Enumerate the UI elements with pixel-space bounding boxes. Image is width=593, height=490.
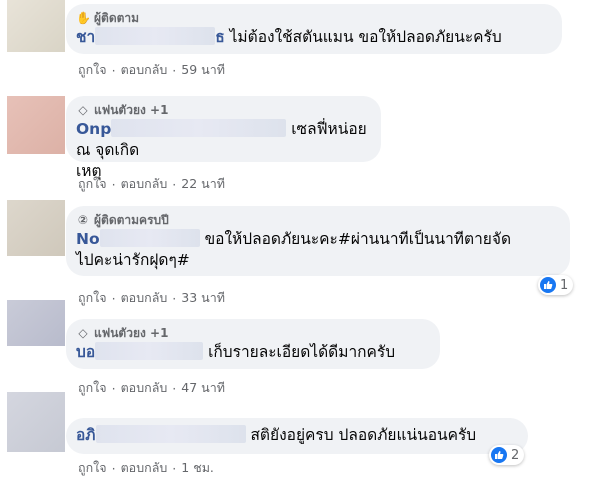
like-link[interactable]: ถูกใจ	[78, 174, 107, 194]
comment-body: ไม่ต้องใช้สตันแมน ขอให้ปลอดภัยนะครับ	[229, 28, 502, 46]
comment-text: อภิ สติยังอยู่ครบ ปลอดภัยแน่นอนครับ	[76, 425, 518, 446]
timestamp[interactable]: 22 นาที	[181, 174, 225, 194]
badge-label: แฟนตัวยง +1	[94, 326, 169, 340]
comment-actions: ถูกใจ · ตอบกลับ · 22 นาที	[78, 174, 225, 194]
reaction-number: 2	[511, 447, 520, 463]
comment-bubble: อภิ สติยังอยู่ครบ ปลอดภัยแน่นอนครับ	[66, 418, 528, 454]
badge-label: ผู้ติดตามครบปี	[94, 213, 169, 227]
commenter-name[interactable]: No	[76, 229, 200, 248]
redacted-name	[95, 342, 204, 360]
reaction-number: 1	[560, 277, 569, 293]
comment-actions: ถูกใจ · ตอบกลับ · 47 นาที	[78, 378, 225, 398]
name-visible-part[interactable]: บอ	[76, 343, 95, 361]
wave-hand-icon: ✋	[76, 11, 91, 25]
timestamp[interactable]: 1 ชม.	[181, 458, 214, 478]
like-link[interactable]: ถูกใจ	[78, 378, 107, 398]
name-visible-part[interactable]: ชา	[76, 28, 95, 46]
commenter-name[interactable]: Onp	[76, 119, 287, 138]
avatar[interactable]	[7, 96, 65, 154]
commenter-name[interactable]: อภิ	[76, 425, 246, 444]
comment-text: Onp เซลฟี่หน่อย ณ จุดเกิด เหตุ	[76, 119, 371, 182]
reply-link[interactable]: ตอบกลับ	[121, 378, 168, 398]
separator: ·	[172, 290, 177, 306]
reply-link[interactable]: ตอบกลับ	[121, 458, 168, 478]
comment-body: เก็บรายละเอียดได้ดีมากครับ	[208, 343, 396, 361]
badge-icon: ②	[77, 213, 89, 227]
follower-badge: ✋ ผู้ติดตาม	[76, 10, 552, 26]
name-visible-part[interactable]: Onp	[76, 120, 111, 138]
separator: ·	[172, 460, 177, 476]
like-link[interactable]: ถูกใจ	[78, 458, 107, 478]
diamond-icon: ◇	[78, 103, 88, 117]
comment-bubble: ◇ แฟนตัวยง +1 บอ เก็บรายละเอียดได้ดีมากค…	[66, 319, 440, 369]
diamond-icon: ◇	[78, 326, 88, 340]
avatar[interactable]	[7, 0, 65, 52]
reply-link[interactable]: ตอบกลับ	[121, 60, 168, 80]
separator: ·	[172, 380, 177, 396]
comment-actions: ถูกใจ · ตอบกลับ · 33 นาที	[78, 288, 225, 308]
comment-text: ชา ธ ไม่ต้องใช้สตันแมน ขอให้ปลอดภัยนะครับ	[76, 27, 552, 48]
separator: ·	[111, 380, 116, 396]
timestamp[interactable]: 47 นาที	[181, 378, 225, 398]
reaction-count[interactable]: 2	[489, 445, 525, 465]
comment-bubble: ✋ ผู้ติดตาม ชา ธ ไม่ต้องใช้สตันแมน ขอให้ป…	[66, 4, 562, 54]
avatar[interactable]	[7, 300, 65, 346]
comment-bubble: ② ผู้ติดตามครบปี No ขอให้ปลอดภัยนะคะ#ผ่า…	[66, 206, 570, 276]
like-link[interactable]: ถูกใจ	[78, 288, 107, 308]
separator: ·	[111, 62, 116, 78]
commenter-name[interactable]: บอ	[76, 342, 204, 361]
redacted-name	[95, 425, 246, 443]
avatar[interactable]	[7, 200, 65, 256]
comment-text: บอ เก็บรายละเอียดได้ดีมากครับ	[76, 342, 430, 363]
separator: ·	[111, 290, 116, 306]
redacted-name	[111, 119, 287, 137]
comment-body-line2: ไปคะน่ารักฝุดๆ#	[76, 251, 190, 269]
separator: ·	[111, 460, 116, 476]
badge-label: แฟนตัวยง +1	[94, 103, 169, 117]
redacted-name	[95, 27, 216, 45]
top-fan-badge: ◇ แฟนตัวยง +1	[76, 325, 430, 341]
name-visible-part[interactable]: อภิ	[76, 426, 96, 444]
like-link[interactable]: ถูกใจ	[78, 60, 107, 80]
comment-text: No ขอให้ปลอดภัยนะคะ#ผ่านนาทีเป็นนาทีตายจ…	[76, 229, 560, 271]
redacted-name	[99, 229, 200, 247]
reply-link[interactable]: ตอบกลับ	[121, 174, 168, 194]
timestamp[interactable]: 59 นาที	[181, 60, 225, 80]
thumbs-up-icon	[491, 447, 507, 463]
commenter-name[interactable]: ชา ธ	[76, 27, 225, 46]
comment-bubble: ◇ แฟนตัวยง +1 Onp เซลฟี่หน่อย ณ จุดเกิด …	[66, 96, 381, 180]
comment-actions: ถูกใจ · ตอบกลับ · 59 นาที	[78, 60, 225, 80]
comment-body: สติยังอยู่ครบ ปลอดภัยแน่นอนครับ	[250, 426, 477, 444]
name-visible-part[interactable]: No	[76, 230, 100, 248]
comment-actions: ถูกใจ · ตอบกลับ · 1 ชม.	[78, 458, 214, 478]
reply-link[interactable]: ตอบกลับ	[121, 288, 168, 308]
thumbs-up-icon	[540, 277, 556, 293]
avatar[interactable]	[7, 392, 65, 452]
comment-body-line1: ขอให้ปลอดภัยนะคะ#ผ่านนาทีเป็นนาทีตายจัด	[204, 230, 512, 248]
top-fan-badge: ◇ แฟนตัวยง +1	[76, 102, 371, 118]
separator: ·	[172, 176, 177, 192]
timestamp[interactable]: 33 นาที	[181, 288, 225, 308]
separator: ·	[111, 176, 116, 192]
follower-year-badge: ② ผู้ติดตามครบปี	[76, 212, 560, 228]
badge-label: ผู้ติดตาม	[94, 11, 140, 25]
separator: ·	[172, 62, 177, 78]
reaction-count[interactable]: 1	[538, 275, 574, 295]
name-visible-suffix[interactable]: ธ	[215, 28, 224, 46]
